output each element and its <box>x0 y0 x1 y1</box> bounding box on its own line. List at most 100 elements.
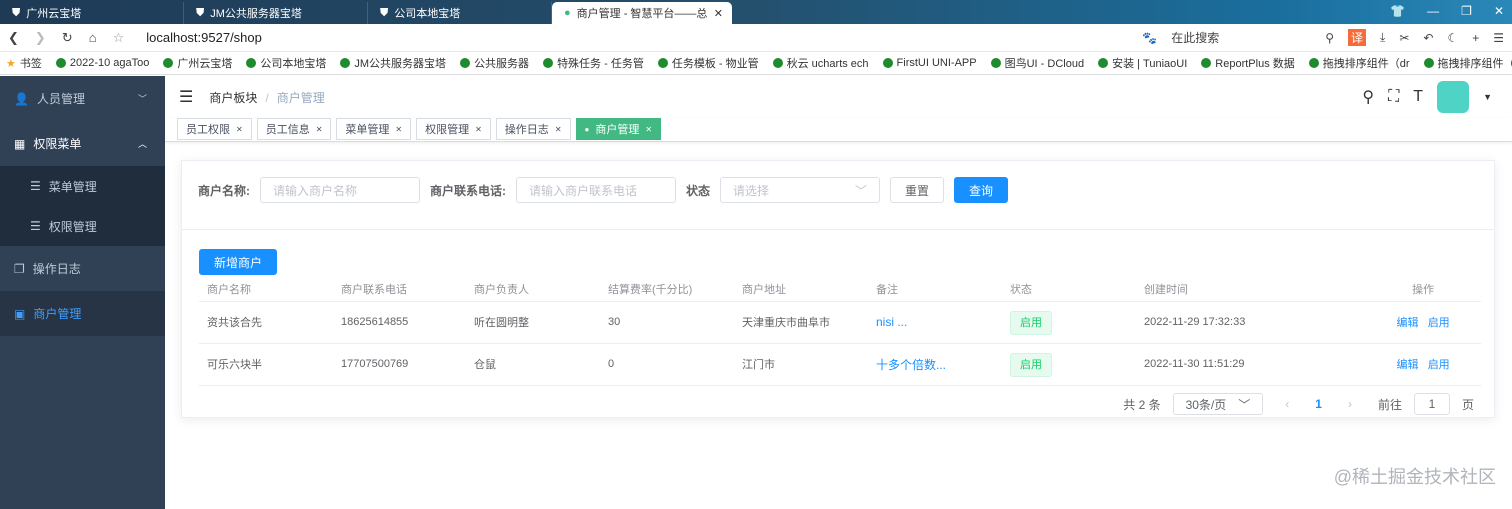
bookmark-item[interactable]: 安装 | TuniaoUI <box>1098 55 1187 71</box>
sidebar-item-permission-menu[interactable]: ▦ 权限菜单 ︿ <box>0 121 165 166</box>
user-icon: 👤 <box>14 91 29 106</box>
bookmark-item[interactable]: 秋云 ucharts ech <box>772 55 869 71</box>
restore-icon[interactable]: ❐ <box>1461 4 1472 18</box>
tag[interactable]: 员工权限 ✕ <box>177 118 252 140</box>
close-icon[interactable]: ✕ <box>236 125 243 134</box>
merchant-phone-input[interactable]: 请输入商户联系电话 <box>516 177 676 203</box>
font-size-icon[interactable]: T <box>1413 88 1423 106</box>
close-icon[interactable]: ✕ <box>316 125 323 134</box>
col-header: 备注 <box>868 277 1002 302</box>
bookmark-item[interactable]: 任务模板 - 物业管 <box>657 55 759 71</box>
table-row: 可乐六块半 17707500769 仓鼠 0 江门市 十多个倍数... 启用 2… <box>199 343 1481 386</box>
close-window-icon[interactable]: ✕ <box>1494 4 1504 18</box>
close-icon[interactable]: ✕ <box>395 125 402 134</box>
forward-icon[interactable]: ❯ <box>35 30 46 46</box>
bookmark-item[interactable]: 图鸟UI - DCloud <box>990 55 1084 71</box>
page-number[interactable]: 1 <box>1315 397 1322 411</box>
grid-icon: ▦ <box>14 136 26 151</box>
translate-icon[interactable]: 译 <box>1348 29 1367 46</box>
sidebar-item-merchant[interactable]: ▣ 商户管理 <box>0 291 165 336</box>
prev-page-icon[interactable]: ‹ <box>1285 397 1289 411</box>
baidu-icon[interactable]: 🐾 <box>1142 31 1157 45</box>
bookmark-item[interactable]: ★ 书签 <box>6 55 42 71</box>
bookmark-icon <box>772 58 783 68</box>
tag[interactable]: 权限管理 ✕ <box>416 118 491 140</box>
add-merchant-button[interactable]: 新增商户 <box>199 249 278 275</box>
avatar[interactable] <box>1437 81 1470 113</box>
bookmark-item[interactable]: 公司本地宝塔 <box>246 55 326 71</box>
tag-active[interactable]: ● 商户管理 ✕ <box>575 118 662 140</box>
hamburger-icon[interactable]: ☰ <box>179 87 193 107</box>
sidebar-item-operation-log[interactable]: ❐ 操作日志 <box>0 246 165 291</box>
merchant-icon: ▣ <box>14 306 26 321</box>
chevron-down-icon: ﹀ <box>137 94 147 104</box>
url-input[interactable]: localhost:9527/shop <box>146 30 262 45</box>
bookmark-item[interactable]: 公共服务器 <box>460 55 529 71</box>
bookmark-item[interactable]: 特殊任务 - 任务管 <box>543 55 644 71</box>
bookmark-icon <box>657 58 668 68</box>
browser-tab[interactable]: ⛊ 广州云宝塔 <box>0 2 184 24</box>
browser-tabbar: ⛊ 广州云宝塔 ⛊ JM公共服务器宝塔 ⛊ 公司本地宝塔 ● 商户管理 - 智慧平台——… <box>0 0 1512 24</box>
bookmark-item[interactable]: FirstUI UNI-APP <box>882 57 977 69</box>
cell-name: 资共该合先 <box>199 301 333 344</box>
caret-down-icon[interactable]: ▼ <box>1483 92 1492 102</box>
menu-icon[interactable]: ☰ <box>1493 31 1504 45</box>
enable-link[interactable]: 启用 <box>1428 359 1450 371</box>
home-icon[interactable]: ⌂ <box>89 30 97 45</box>
status-select[interactable]: 请选择 ﹀ <box>720 177 881 203</box>
close-tab-icon[interactable]: ✕ <box>714 7 723 20</box>
next-page-icon[interactable]: › <box>1348 397 1352 411</box>
bookmark-item[interactable]: JM公共服务器宝塔 <box>340 55 446 71</box>
browser-tab-active[interactable]: ●商户管理 - 智慧平台——总后台✕ <box>552 2 732 24</box>
tag[interactable]: 操作日志 ✕ <box>495 118 571 140</box>
merchant-name-input[interactable]: 请输入商户名称 <box>260 177 420 203</box>
bookmark-item[interactable]: 2022-10 agaToo <box>55 57 149 69</box>
browser-search-input[interactable]: 在此搜索 <box>1171 29 1311 46</box>
star-icon[interactable]: ☆ <box>113 30 125 46</box>
sidebar-item-permission-manage[interactable]: ☰ 权限管理 <box>0 206 165 246</box>
undo-icon[interactable]: ↶ <box>1423 31 1433 45</box>
moon-icon[interactable]: ☾ <box>1447 31 1458 45</box>
remark-link[interactable]: nisi ... <box>876 315 907 329</box>
reload-icon[interactable]: ↻ <box>62 30 73 46</box>
status-badge: 启用 <box>1010 353 1052 377</box>
reset-button[interactable]: 重置 <box>890 177 945 203</box>
minimize-icon[interactable]: — <box>1427 4 1439 18</box>
sidebar-item-personnel[interactable]: 👤 人员管理 ﹀ <box>0 76 165 121</box>
edit-link[interactable]: 编辑 <box>1397 317 1419 329</box>
bookmark-item[interactable]: ReportPlus 数据 <box>1201 55 1295 71</box>
bookmark-item[interactable]: 拖拽排序组件（dr <box>1423 55 1512 71</box>
download-icon[interactable]: ⤓ <box>1380 30 1385 45</box>
back-icon[interactable]: ❮ <box>8 30 19 46</box>
star-icon: ★ <box>6 57 16 70</box>
search-icon[interactable]: ⚲ <box>1362 87 1374 107</box>
sidebar-item-menu-manage[interactable]: ☰ 菜单管理 <box>0 166 165 206</box>
search-icon[interactable]: ⚲ <box>1325 31 1334 45</box>
new-tab-icon[interactable]: + <box>1472 31 1479 45</box>
remark-link[interactable]: 十多个倍数... <box>876 358 946 372</box>
enable-link[interactable]: 启用 <box>1428 317 1450 329</box>
chevron-up-icon: ︿ <box>137 139 147 149</box>
page-size-select[interactable]: 30条/页 ﹀ <box>1172 393 1264 415</box>
cell-created: 2022-11-29 17:32:33 <box>1136 301 1358 344</box>
close-icon[interactable]: ✕ <box>645 125 652 134</box>
bookmark-item[interactable]: 广州云宝塔 <box>163 55 232 71</box>
tag[interactable]: 菜单管理 ✕ <box>336 118 412 140</box>
scissors-icon[interactable]: ✂ <box>1399 31 1409 45</box>
browser-tab[interactable]: ⛊ 公司本地宝塔 <box>368 2 552 24</box>
goto-page-input[interactable]: 1 <box>1413 393 1450 415</box>
bookmark-item[interactable]: 拖拽排序组件（dr <box>1308 55 1410 71</box>
close-icon[interactable]: ✕ <box>555 125 562 134</box>
tag[interactable]: 员工信息 ✕ <box>256 118 332 140</box>
fullscreen-icon[interactable]: ⛶ <box>1388 88 1399 106</box>
close-icon[interactable]: ✕ <box>475 125 482 134</box>
shield-icon: ⛊ <box>196 6 205 19</box>
cell-owner: 听在圆明整 <box>466 301 600 344</box>
search-button[interactable]: 查询 <box>954 177 1009 203</box>
sliders-icon: ☰ <box>30 179 41 193</box>
cell-address: 江门市 <box>734 343 868 386</box>
edit-link[interactable]: 编辑 <box>1397 359 1419 371</box>
cell-created: 2022-11-30 11:51:29 <box>1136 343 1358 386</box>
skin-icon[interactable]: 👕 <box>1390 4 1405 18</box>
browser-tab[interactable]: ⛊ JM公共服务器宝塔 <box>184 2 368 24</box>
